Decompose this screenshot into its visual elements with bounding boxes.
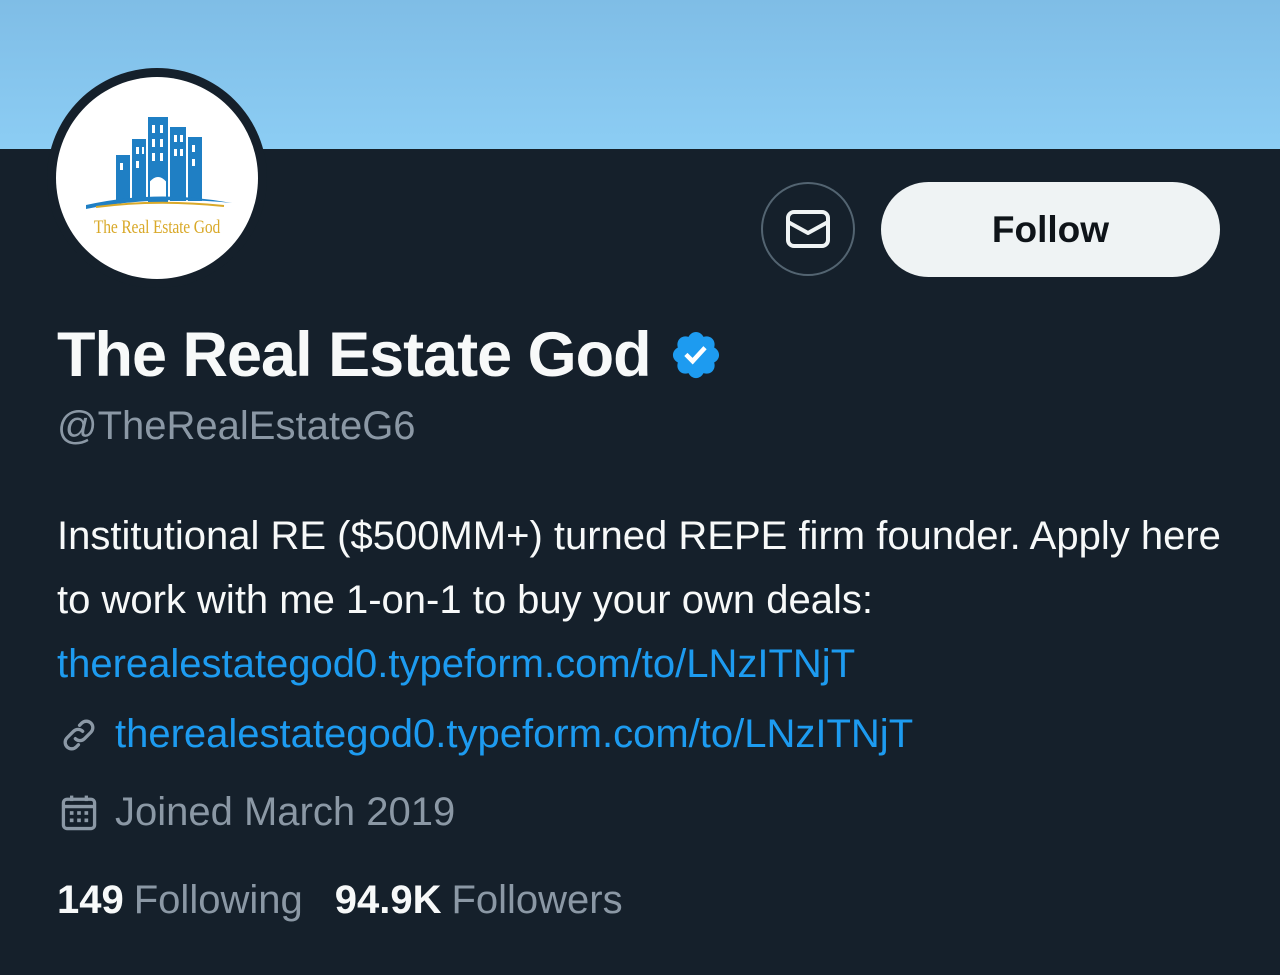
- website-link[interactable]: therealestategod0.typeform.com/to/LNzITN…: [115, 712, 913, 757]
- message-button[interactable]: [761, 182, 855, 276]
- verified-badge-icon[interactable]: [669, 328, 723, 382]
- avatar-caption: The Real Estate God: [93, 217, 221, 238]
- mail-icon: [786, 210, 830, 248]
- bio-text: Institutional RE ($500MM+) turned REPE f…: [57, 514, 1221, 622]
- website-row: therealestategod0.typeform.com/to/LNzITN…: [57, 712, 913, 757]
- following-count: 149: [57, 878, 124, 922]
- display-name: The Real Estate God: [57, 320, 652, 390]
- calendar-icon: [61, 795, 97, 830]
- name-row: The Real Estate God: [57, 316, 723, 394]
- profile-bio: Institutional RE ($500MM+) turned REPE f…: [57, 504, 1247, 696]
- joined-date: Joined March 2019: [115, 790, 456, 834]
- link-icon: [63, 719, 95, 750]
- followers-label: Followers: [451, 878, 623, 922]
- avatar-logo: The Real Estate God: [56, 77, 258, 279]
- following-stat[interactable]: 149 Following: [57, 878, 303, 923]
- buildings-logo-icon: [86, 117, 232, 209]
- profile-avatar[interactable]: The Real Estate God: [47, 68, 267, 288]
- joined-row: Joined March 2019: [57, 790, 455, 835]
- followers-count: 94.9K: [334, 878, 442, 922]
- followers-stat[interactable]: 94.9K Followers: [335, 878, 623, 923]
- following-label: Following: [133, 878, 303, 922]
- profile-stats: 149 Following 94.9K Followers: [57, 878, 623, 923]
- bio-link[interactable]: therealestategod0.typeform.com/to/LNzITN…: [57, 642, 855, 686]
- follow-button[interactable]: Follow: [881, 182, 1220, 277]
- user-handle: @TheRealEstateG6: [57, 404, 416, 448]
